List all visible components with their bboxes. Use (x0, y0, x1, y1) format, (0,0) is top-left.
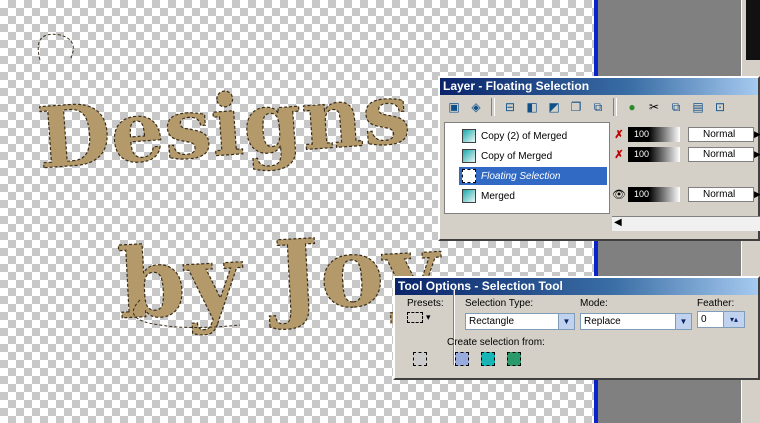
artwork-line1: Designs (34, 63, 413, 188)
chevron-down-icon[interactable]: ▼ (558, 314, 574, 329)
dropdown-arrow-icon[interactable]: ▶ (754, 147, 760, 162)
selection-type-label: Selection Type: (465, 298, 534, 309)
rectangle-marquee-icon (407, 311, 423, 323)
promote-layer-icon[interactable]: ⧉ (588, 97, 608, 117)
new-group-icon[interactable]: ⊟ (500, 97, 520, 117)
feather-label: Feather: (697, 298, 735, 309)
mode-dropdown[interactable]: Replace ▼ (580, 313, 692, 330)
layer-properties-row: ✗ 100 Normal ▶ (612, 126, 760, 144)
eye-icon[interactable]: 👁 (612, 188, 626, 202)
chevron-down-icon: ▾ (426, 311, 431, 322)
create-selection-label: Create selection from: (447, 337, 545, 348)
layers-palette: Layer - Floating Selection ▣ ◈ ⊟ ◧ ◩ ❐ ⧉… (438, 76, 760, 241)
tool-options-title[interactable]: Tool Options - Selection Tool (395, 278, 758, 295)
layer-name: Merged (481, 190, 515, 202)
selection-type-value: Rectangle (469, 316, 515, 327)
dropdown-arrow-icon[interactable]: ▶ (754, 127, 760, 142)
layer-row[interactable]: Merged (459, 187, 607, 205)
new-adjustment-icon[interactable]: ◩ (544, 97, 564, 117)
hidden-eye-icon[interactable]: ✗ (612, 148, 626, 162)
new-vector-layer-icon[interactable]: ◈ (466, 97, 486, 117)
new-raster-layer-icon[interactable]: ▣ (444, 97, 464, 117)
layer-row-selected[interactable]: Floating Selection (459, 167, 607, 185)
duplicate-layer-icon[interactable]: ❐ (566, 97, 586, 117)
collapse-icon[interactable]: ⊡ (710, 97, 730, 117)
paste-icon[interactable]: ▤ (688, 97, 708, 117)
layer-properties-row: 👁 100 Normal ▶ (612, 186, 760, 204)
tool-options-palette: Tool Options - Selection Tool Presets: ▾… (393, 276, 760, 380)
layer-properties-row: ✗ 100 Normal ▶ (612, 146, 760, 164)
selection-type-dropdown[interactable]: Rectangle ▼ (465, 313, 575, 330)
feather-stepper[interactable]: ▾▴ (723, 312, 744, 327)
layer-name: Floating Selection (481, 170, 561, 182)
color-icon[interactable]: ● (622, 97, 642, 117)
delete-layer-icon[interactable]: ✂ (644, 97, 664, 117)
blend-mode-dropdown[interactable]: Normal (688, 187, 754, 202)
selection-from-all-icon[interactable] (505, 350, 523, 368)
blend-mode-dropdown[interactable]: Normal (688, 127, 754, 142)
presets-label: Presets: (407, 298, 444, 309)
layers-horizontal-scrollbar[interactable]: ◀ (612, 216, 760, 231)
layer-row[interactable]: Copy (2) of Merged (459, 127, 607, 145)
layers-palette-title[interactable]: Layer - Floating Selection (440, 78, 758, 95)
select-all-icon[interactable] (411, 350, 429, 368)
hidden-eye-icon[interactable]: ✗ (612, 128, 626, 142)
raster-layer-icon (462, 129, 476, 143)
layer-name: Copy (2) of Merged (481, 130, 568, 142)
layer-name: Copy of Merged (481, 150, 553, 162)
layer-row[interactable]: Copy of Merged (459, 147, 607, 165)
scroll-left-icon[interactable]: ◀ (614, 217, 622, 228)
artwork-swirl (37, 33, 74, 61)
copy-icon[interactable]: ⧉ (666, 97, 686, 117)
selection-from-layer-icon[interactable] (453, 350, 471, 368)
opacity-slider[interactable]: 100 (628, 127, 680, 142)
layers-toolbar: ▣ ◈ ⊟ ◧ ◩ ❐ ⧉ ● ✂ ⧉ ▤ ⊡ (444, 97, 730, 119)
mode-label: Mode: (580, 298, 608, 309)
selection-from-mask-icon[interactable] (479, 350, 497, 368)
chevron-down-icon[interactable]: ▼ (675, 314, 691, 329)
layers-list: Copy (2) of Merged Copy of Merged Floati… (444, 122, 610, 214)
mode-value: Replace (584, 316, 621, 327)
opacity-slider[interactable]: 100 (628, 187, 680, 202)
new-mask-icon[interactable]: ◧ (522, 97, 542, 117)
raster-layer-icon (462, 189, 476, 203)
dropdown-arrow-icon[interactable]: ▶ (754, 187, 760, 202)
opacity-slider[interactable]: 100 (628, 147, 680, 162)
feather-input[interactable]: 0 ▾▴ (697, 311, 745, 328)
feather-value: 0 (701, 314, 707, 325)
blend-mode-dropdown[interactable]: Normal (688, 147, 754, 162)
presets-dropdown[interactable]: ▾ (407, 310, 437, 324)
floating-selection-icon (462, 169, 476, 183)
raster-layer-icon (462, 149, 476, 163)
